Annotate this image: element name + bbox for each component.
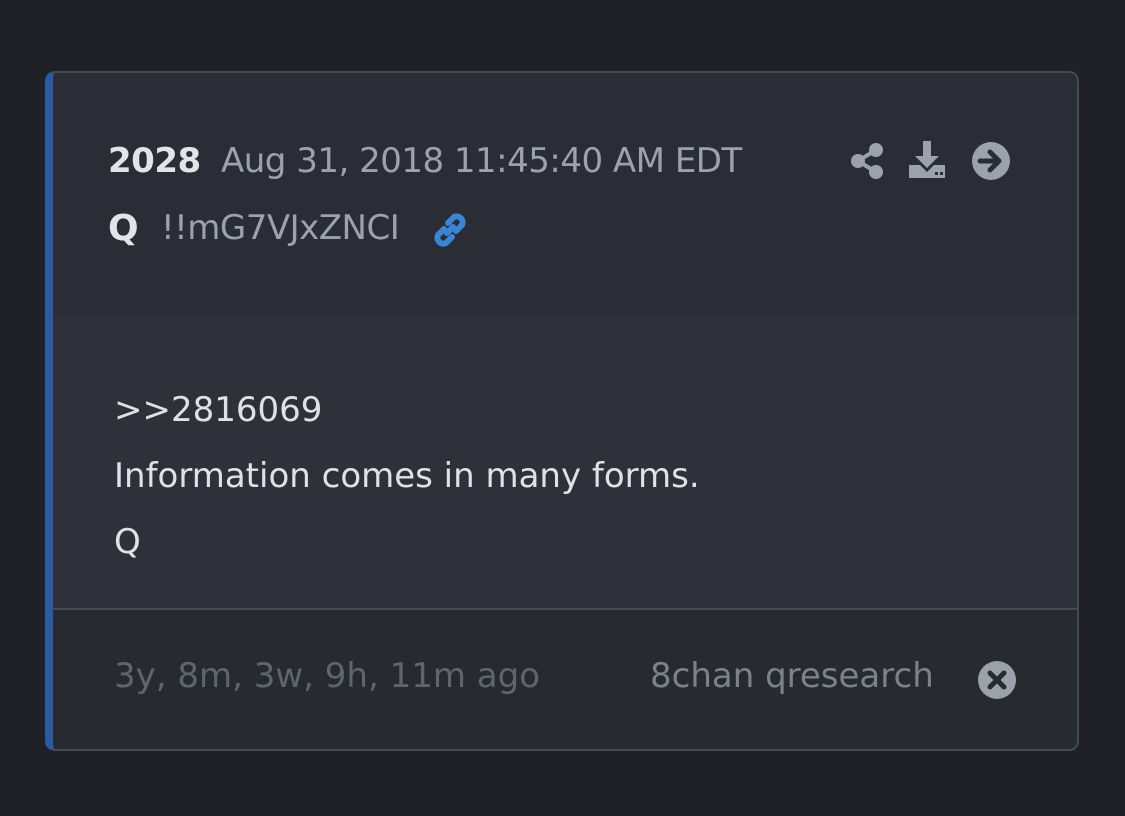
post-body: >>2816069 Information comes in many form… — [53, 315, 1077, 610]
post-text-line: Information comes in many forms. — [114, 456, 700, 496]
post-tripcode: !!mG7VJxZNCI — [161, 208, 400, 248]
link-icon[interactable] — [429, 209, 471, 251]
post-age: 3y, 8m, 3w, 9h, 11m ago — [114, 656, 540, 696]
share-icon[interactable] — [847, 141, 887, 181]
post-date: Aug 31, 2018 11:45:40 AM EDT — [221, 141, 742, 181]
download-icon[interactable] — [907, 139, 947, 179]
post-reference-link[interactable]: >>2816069 — [114, 390, 322, 430]
close-circle-icon[interactable] — [977, 660, 1017, 700]
post-footer: 3y, 8m, 3w, 9h, 11m ago 8chan qresearch — [53, 610, 1077, 749]
post-author: Q — [108, 208, 139, 249]
post-card: 2028 Aug 31, 2018 11:45:40 AM EDT Q !!mG… — [45, 71, 1079, 751]
arrow-right-circle-icon[interactable] — [971, 141, 1011, 181]
post-header: 2028 Aug 31, 2018 11:45:40 AM EDT Q !!mG… — [53, 73, 1077, 317]
post-signature: Q — [114, 522, 141, 562]
post-number[interactable]: 2028 — [108, 141, 201, 181]
post-source[interactable]: 8chan qresearch — [650, 656, 934, 696]
